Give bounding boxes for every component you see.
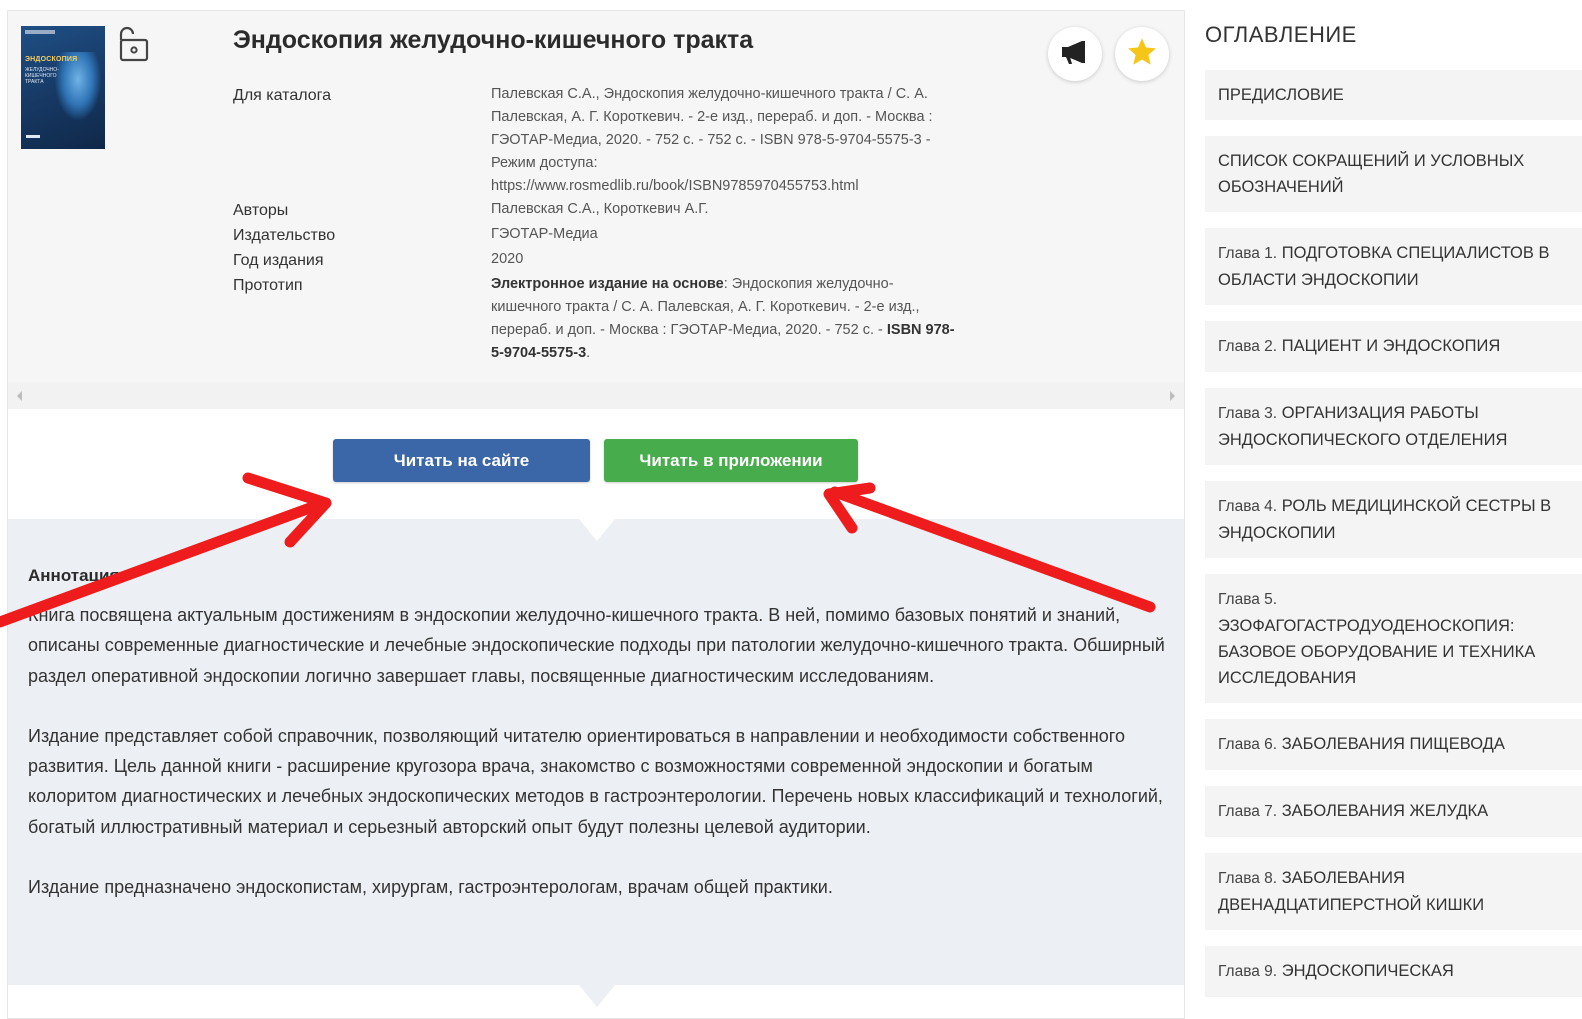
prototype-prefix: Электронное издание на основе [491, 276, 724, 292]
toc-item-chapter-8[interactable]: Глава 8. ЗАБОЛЕВАНИЯ ДВЕНАДЦАТИПЕРСТНОЙ … [1205, 853, 1582, 930]
meta-value: 2020 [491, 251, 524, 267]
toc-item-label: ЭНДОСКОПИЧЕСКАЯ [1281, 962, 1454, 980]
book-card: ЭНДОСКОПИЯ ЖЕЛУДОЧНО-КИШЕЧНОГО ТРАКТА Эн… [7, 10, 1185, 1019]
toc-item-label: ЗАБОЛЕВАНИЯ ПИЩЕВОДА [1281, 735, 1505, 753]
scroll-right-icon[interactable] [1170, 391, 1175, 401]
toc-item-chapter-5[interactable]: Глава 5. ЭЗОФАГОГАСТРОДУОДЕНОСКОПИЯ: БАЗО… [1205, 574, 1582, 703]
meta-label: Для каталога [233, 87, 332, 104]
book-info-panel: ЭНДОСКОПИЯ ЖЕЛУДОЧНО-КИШЕЧНОГО ТРАКТА Эн… [8, 11, 1184, 383]
meta-row-year: Год издания 2020 [233, 248, 973, 273]
cover-subtitle: ЖЕЛУДОЧНО-КИШЕЧНОГО ТРАКТА [25, 67, 59, 85]
toc-item-chapter-2[interactable]: Глава 2. ПАЦИЕНТ И ЭНДОСКОПИЯ [1205, 321, 1582, 372]
scroll-left-icon[interactable] [17, 391, 22, 401]
toc-item-preface[interactable]: ПРЕДИСЛОВИЕ [1205, 70, 1582, 120]
annotation-paragraph: Издание предназначено эндоскопистам, хир… [28, 877, 833, 898]
toc-item-chapter-9[interactable]: Глава 9. ЭНДОСКОПИЧЕСКАЯ [1205, 946, 1582, 997]
toc-item-label: СПИСОК СОКРАЩЕНИЙ И УСЛОВНЫХ ОБОЗНАЧЕНИЙ [1218, 152, 1525, 196]
toc-chapter-number: Глава 3. [1218, 405, 1278, 422]
table-of-contents: ОГЛАВЛЕНИЕ ПРЕДИСЛОВИЕ СПИСОК СОКРАЩЕНИЙ… [1195, 0, 1582, 1019]
cover-title: ЭНДОСКОПИЯ [25, 56, 78, 63]
toc-list: ПРЕДИСЛОВИЕ СПИСОК СОКРАЩЕНИЙ И УСЛОВНЫХ… [1205, 70, 1582, 1013]
read-in-app-button[interactable]: Читать в приложении [604, 439, 858, 482]
meta-label: Издательство [233, 227, 336, 244]
favorite-button[interactable] [1115, 27, 1169, 81]
toc-item-label: ПРЕДИСЛОВИЕ [1218, 86, 1344, 104]
cover-publisher-logo [26, 135, 40, 138]
toc-item-chapter-7[interactable]: Глава 7. ЗАБОЛЕВАНИЯ ЖЕЛУДКА [1205, 786, 1582, 837]
meta-row-authors: Авторы Палевская С.А., Короткевич А.Г. [233, 198, 973, 223]
annotation-notch-top [579, 519, 615, 541]
toc-item-abbreviations[interactable]: СПИСОК СОКРАЩЕНИЙ И УСЛОВНЫХ ОБОЗНАЧЕНИЙ [1205, 136, 1582, 212]
toc-item-chapter-1[interactable]: Глава 1. ПОДГОТОВКА СПЕЦИАЛИСТОВ В ОБЛАС… [1205, 228, 1582, 305]
unlocked-icon [113, 25, 149, 65]
toc-item-chapter-3[interactable]: Глава 3. ОРГАНИЗАЦИЯ РАБОТЫ ЭНДОСКОПИЧЕС… [1205, 388, 1582, 465]
prototype-end: . [586, 345, 591, 361]
announce-button[interactable] [1048, 27, 1102, 81]
toc-chapter-number: Глава 6. [1218, 736, 1278, 753]
toc-item-chapter-6[interactable]: Глава 6. ЗАБОЛЕВАНИЯ ПИЩЕВОДА [1205, 719, 1582, 770]
toc-item-label: ЗАБОЛЕВАНИЯ ЖЕЛУДКА [1281, 802, 1489, 820]
toc-chapter-number: Глава 2. [1218, 338, 1278, 355]
meta-label: Прототип [233, 277, 303, 294]
annotation-paragraph: Издание представляет собой справочник, п… [28, 725, 1163, 837]
meta-row-publisher: Издательство ГЭОТАР-Медиа [233, 223, 973, 248]
toc-chapter-number: Глава 7. [1218, 803, 1278, 820]
annotation-notch-bottom [579, 985, 615, 1007]
toc-chapter-number: Глава 1. [1218, 245, 1278, 262]
toc-chapter-number: Глава 5. [1218, 591, 1278, 608]
meta-label: Авторы [233, 202, 289, 219]
toc-chapter-number: Глава 9. [1218, 963, 1278, 980]
toc-item-label: ПАЦИЕНТ И ЭНДОСКОПИЯ [1281, 337, 1501, 355]
meta-row-prototype: Прототип Электронное издание на основе: … [233, 273, 973, 365]
toc-chapter-number: Глава 8. [1218, 870, 1278, 887]
meta-value: Палевская С.А., Короткевич А.Г. [491, 201, 709, 217]
meta-value-prototype: Электронное издание на основе: Эндоскопи… [491, 273, 961, 365]
star-icon [1126, 36, 1158, 73]
annotation-title: Аннотация [28, 566, 120, 585]
book-cover-image[interactable]: ЭНДОСКОПИЯ ЖЕЛУДОЧНО-КИШЕЧНОГО ТРАКТА [21, 26, 105, 149]
annotation-paragraph: Книга посвящена актуальным достижениям в… [28, 605, 1165, 686]
meta-value: ГЭОТАР-Медиа [491, 226, 598, 242]
annotation-text: Книга посвящена актуальным достижениям в… [28, 600, 1168, 932]
cover-authors-strip [25, 30, 55, 34]
toc-chapter-number: Глава 4. [1218, 498, 1278, 515]
read-on-site-button[interactable]: Читать на сайте [333, 439, 590, 482]
book-meta: Для каталога Палевская С.А., Эндоскопия … [233, 83, 973, 365]
horizontal-scrollbar[interactable] [8, 383, 1184, 409]
toc-item-label: ЭЗОФАГОГАСТРОДУОДЕНОСКОПИЯ: БАЗОВОЕ ОБОР… [1218, 617, 1536, 687]
meta-row-catalog: Для каталога Палевская С.А., Эндоскопия … [233, 83, 973, 198]
book-title: Эндоскопия желудочно-кишечного тракта [233, 26, 754, 54]
toc-title: ОГЛАВЛЕНИЕ [1205, 22, 1357, 47]
megaphone-icon [1060, 39, 1090, 70]
meta-label: Год издания [233, 252, 324, 269]
meta-value: Палевская С.А., Эндоскопия желудочно-киш… [491, 86, 933, 194]
toc-item-chapter-4[interactable]: Глава 4. РОЛЬ МЕДИЦИНСКОЙ СЕСТРЫ В ЭНДОС… [1205, 481, 1582, 558]
